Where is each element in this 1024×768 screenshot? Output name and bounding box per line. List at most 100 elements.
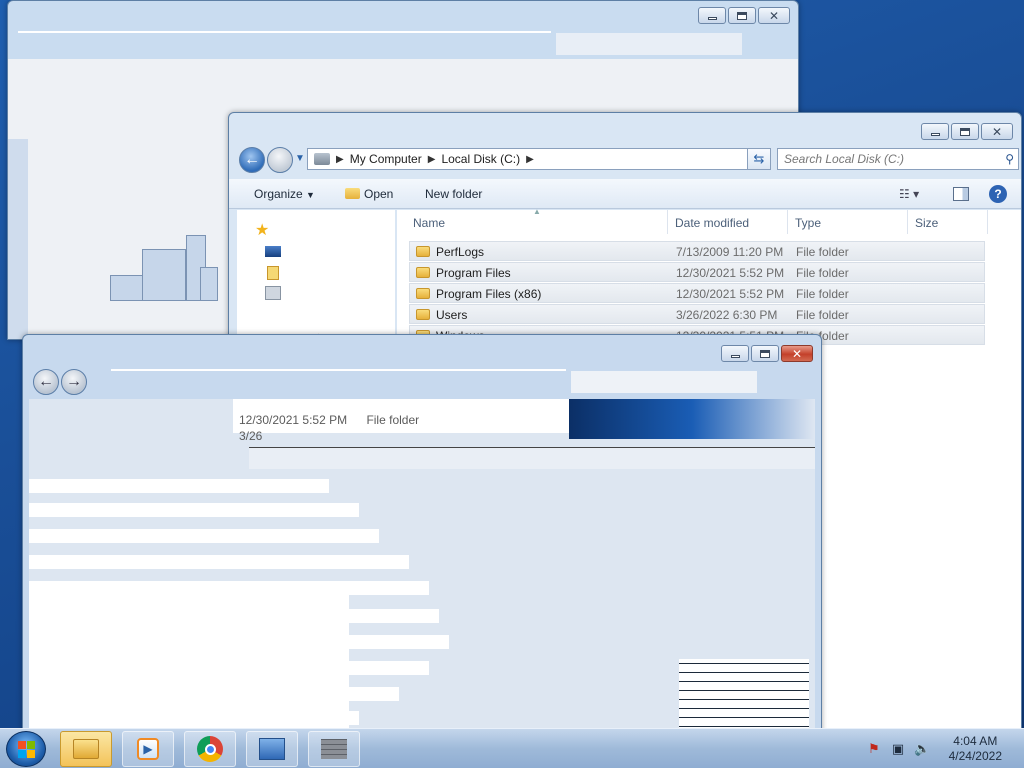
- windows-logo-icon: [17, 740, 35, 758]
- folder-icon: [416, 288, 430, 299]
- row-name: Program Files (x86): [436, 287, 542, 301]
- taskbar-firewall-button[interactable]: [308, 731, 360, 767]
- recent-places-icon[interactable]: [265, 286, 281, 300]
- drive-icon: [314, 153, 330, 165]
- glitch-block: [679, 659, 809, 733]
- search-box-placeholder: [571, 371, 757, 393]
- column-divider[interactable]: [667, 210, 668, 234]
- help-icon[interactable]: ?: [989, 185, 1007, 203]
- chevron-right-icon: ▶: [336, 153, 344, 165]
- chevron-down-icon: ▼: [306, 190, 315, 200]
- search-placeholder: Search Local Disk (C:): [784, 152, 905, 166]
- folder-open-icon: [345, 188, 360, 199]
- preview-pane-icon[interactable]: [953, 187, 969, 201]
- row-type: File folder: [796, 266, 849, 280]
- minimize-button[interactable]: [921, 123, 949, 140]
- maximize-button[interactable]: [751, 345, 779, 362]
- system-clock[interactable]: 4:04 AM 4/24/2022: [949, 734, 1002, 764]
- glitch-stripe: [29, 581, 429, 595]
- forward-arrow-icon: →: [66, 373, 82, 390]
- glitch-block: [569, 399, 815, 439]
- glitch-stripe: [29, 635, 449, 649]
- organize-button[interactable]: Organize ▼: [254, 187, 315, 201]
- new-folder-button[interactable]: New folder: [425, 187, 482, 201]
- action-center-flag-icon[interactable]: ⚑: [866, 741, 882, 757]
- column-header-size[interactable]: Size: [915, 216, 938, 230]
- glitch-stripe: [29, 555, 409, 569]
- background-window-caption-buttons: ✕: [698, 7, 790, 24]
- back-button[interactable]: ←: [239, 147, 265, 173]
- row-date: 12/30/2021 5:52 PM: [676, 266, 785, 280]
- maximize-icon: [960, 127, 970, 136]
- column-divider[interactable]: [787, 210, 788, 234]
- table-row[interactable]: Program Files (x86) 12/30/2021 5:52 PM F…: [409, 283, 985, 303]
- column-header-date[interactable]: Date modified: [675, 216, 749, 230]
- recent-pages-chevron-icon[interactable]: ▼: [295, 153, 305, 164]
- search-icon[interactable]: ⚲: [1005, 152, 1014, 166]
- start-button[interactable]: [6, 731, 46, 767]
- view-options-icon[interactable]: ☷ ▾: [899, 187, 919, 201]
- close-icon: ✕: [791, 346, 803, 361]
- taskbar-control-panel-button[interactable]: [246, 731, 298, 767]
- firewall-icon: [321, 739, 347, 759]
- minimize-button[interactable]: [721, 345, 749, 362]
- ghost-row: 3/26: [239, 429, 262, 443]
- column-divider[interactable]: [907, 210, 908, 234]
- breadcrumb-my-computer[interactable]: My Computer: [350, 152, 422, 166]
- control-panel-icon: [259, 738, 285, 760]
- maximize-button[interactable]: [951, 123, 979, 140]
- close-button[interactable]: ✕: [981, 123, 1013, 140]
- network-icon[interactable]: ▣: [890, 741, 906, 757]
- close-button[interactable]: ✕: [781, 345, 813, 362]
- address-bar[interactable]: ▶ My Computer ▶ Local Disk (C:) ▶ ▼: [307, 148, 769, 170]
- row-name: Users: [436, 308, 468, 322]
- search-input[interactable]: Search Local Disk (C:) ⚲: [777, 148, 1019, 170]
- column-divider[interactable]: [987, 210, 988, 234]
- chevron-right-icon: ▶: [526, 153, 534, 165]
- taskbar-chrome-button[interactable]: [184, 731, 236, 767]
- glitch-block: [200, 267, 218, 301]
- row-name: Program Files: [436, 266, 511, 280]
- open-button[interactable]: Open: [345, 187, 393, 201]
- clock-date: 4/24/2022: [948, 749, 1002, 763]
- volume-icon[interactable]: 🔈: [914, 741, 930, 757]
- taskbar-media-player-button[interactable]: ▶: [122, 731, 174, 767]
- refresh-button[interactable]: ⇆: [747, 148, 771, 170]
- close-icon: ✕: [768, 8, 780, 23]
- back-arrow-icon: ←: [38, 373, 54, 390]
- downloads-icon[interactable]: [267, 266, 279, 280]
- chevron-right-icon: ▶: [427, 153, 436, 165]
- glitch-block: [249, 447, 815, 469]
- forward-button[interactable]: [267, 147, 293, 173]
- rendering-artifacts-area: 12/30/2021 5:52 PM File folder 3/26: [29, 399, 815, 733]
- glitch-stripe: [29, 609, 439, 623]
- back-arrow-icon: ←: [244, 151, 260, 168]
- ghost-row: 12/30/2021 5:52 PM File folder: [239, 413, 419, 427]
- row-date: 7/13/2009 11:20 PM: [676, 245, 784, 259]
- column-header-type[interactable]: Type: [795, 216, 821, 230]
- desktop-icon[interactable]: [265, 246, 281, 257]
- minimize-icon: [730, 354, 740, 358]
- back-button[interactable]: ←: [33, 369, 59, 395]
- close-button[interactable]: ✕: [758, 7, 790, 24]
- minimize-button[interactable]: [698, 7, 726, 24]
- favorites-star-icon[interactable]: ★: [255, 220, 269, 240]
- foreground-window[interactable]: ✕ ← → 12/30/2021 5:52 PM File folder 3/2…: [22, 334, 822, 734]
- table-row[interactable]: Users 3/26/2022 6:30 PM File folder: [409, 304, 985, 324]
- row-date: 12/30/2021 5:52 PM: [676, 287, 785, 301]
- table-row[interactable]: Program Files 12/30/2021 5:52 PM File fo…: [409, 262, 985, 282]
- glitch-block: [8, 139, 28, 339]
- taskbar-explorer-button[interactable]: [60, 731, 112, 767]
- forward-button[interactable]: →: [61, 369, 87, 395]
- foreground-caption-buttons: ✕: [721, 345, 813, 362]
- row-name: PerfLogs: [436, 245, 485, 259]
- breadcrumb-local-disk[interactable]: Local Disk (C:): [441, 152, 520, 166]
- column-header-name[interactable]: Name: [413, 216, 445, 230]
- row-type: File folder: [796, 287, 849, 301]
- table-row[interactable]: PerfLogs 7/13/2009 11:20 PM File folder: [409, 241, 985, 261]
- maximize-button[interactable]: [728, 7, 756, 24]
- row-type: File folder: [796, 245, 849, 259]
- minimize-icon: [707, 16, 717, 20]
- maximize-icon: [760, 349, 770, 358]
- glitch-stripe: [29, 661, 429, 675]
